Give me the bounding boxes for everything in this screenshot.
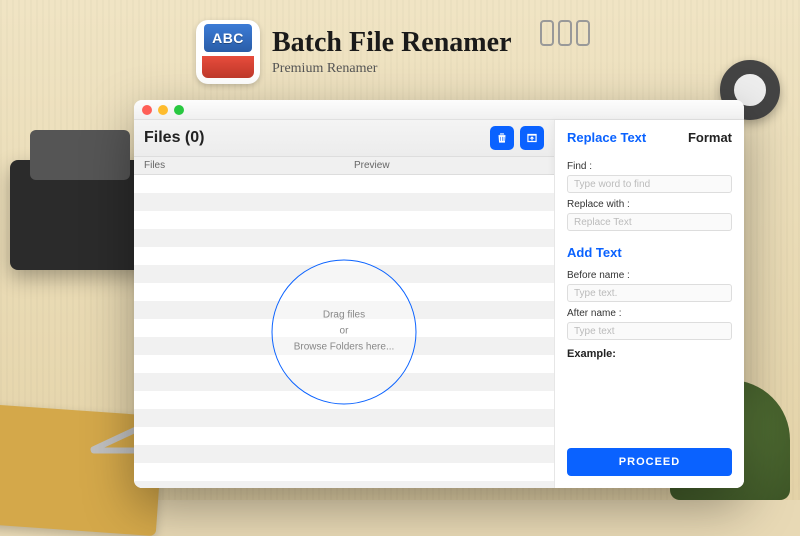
replace-with-input[interactable] <box>567 213 732 231</box>
app-header: ABC Batch File Renamer Premium Renamer <box>196 20 512 84</box>
tab-format[interactable]: Format <box>688 130 732 145</box>
dropzone[interactable]: Drag files or Browse Folders here... <box>272 259 417 404</box>
example-label: Example: <box>567 348 732 360</box>
before-name-input[interactable] <box>567 284 732 302</box>
paperclips-prop <box>540 20 600 50</box>
app-subtitle: Premium Renamer <box>272 61 512 77</box>
after-name-input[interactable] <box>567 322 732 340</box>
window-titlebar <box>134 100 744 120</box>
find-input[interactable] <box>567 175 732 193</box>
tab-replace-text[interactable]: Replace Text <box>567 130 646 145</box>
delete-button[interactable] <box>490 126 514 150</box>
app-icon: ABC <box>196 20 260 84</box>
column-preview: Preview <box>344 157 554 174</box>
dropzone-line1: Drag files <box>323 308 365 324</box>
after-name-label: After name : <box>567 308 732 319</box>
column-files: Files <box>134 157 344 174</box>
proceed-button[interactable]: PROCEED <box>567 448 732 476</box>
dropzone-line2: or <box>340 324 349 340</box>
stamp-prop <box>10 160 150 270</box>
files-heading: Files (0) <box>144 129 204 147</box>
panel-tabs: Replace Text Format <box>567 130 732 145</box>
add-text-section: Add Text <box>567 245 732 260</box>
files-header: Files (0) <box>134 120 554 157</box>
dropzone-line3: Browse Folders here... <box>294 340 395 356</box>
app-title: Batch File Renamer <box>272 27 512 59</box>
app-icon-tray <box>202 56 254 78</box>
options-panel: Replace Text Format Find : Replace with … <box>554 120 744 488</box>
main-window: Files (0) Files Preview Drag files or <box>134 100 744 488</box>
column-headers: Files Preview <box>134 157 554 175</box>
file-list-area[interactable]: Drag files or Browse Folders here... <box>134 175 554 488</box>
find-label: Find : <box>567 161 732 172</box>
trash-icon <box>495 131 509 145</box>
minimize-icon[interactable] <box>158 105 168 115</box>
files-pane: Files (0) Files Preview Drag files or <box>134 120 554 488</box>
app-icon-text: ABC <box>204 24 252 52</box>
browse-button[interactable] <box>520 126 544 150</box>
close-icon[interactable] <box>142 105 152 115</box>
replace-with-label: Replace with : <box>567 199 732 210</box>
before-name-label: Before name : <box>567 270 732 281</box>
browse-icon <box>525 131 539 145</box>
zoom-icon[interactable] <box>174 105 184 115</box>
